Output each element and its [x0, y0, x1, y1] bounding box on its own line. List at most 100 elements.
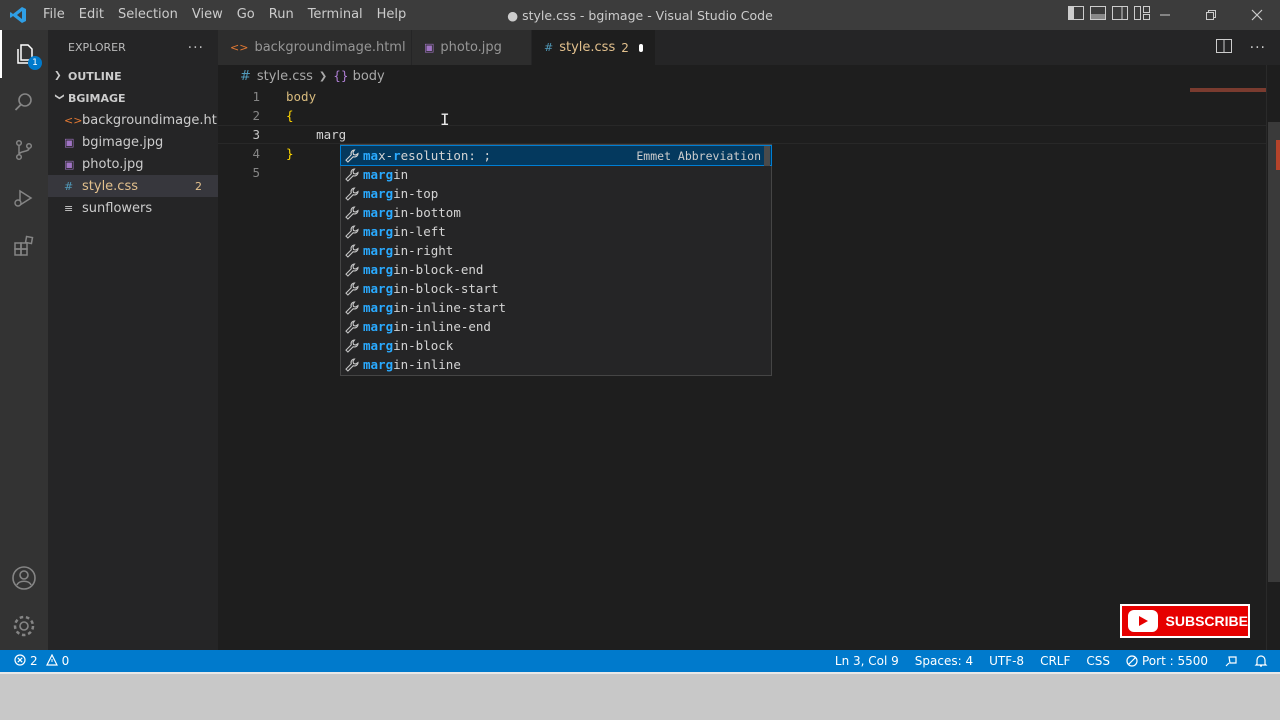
folder-label: BGIMAGE [68, 91, 126, 105]
menu-go[interactable]: Go [230, 0, 262, 30]
match-highlight: marg [363, 186, 394, 201]
settings-gear-icon[interactable] [0, 602, 48, 650]
explorer-sidebar: EXPLORER ··· ❯ OUTLINE ❯ BGIMAGE <> back… [48, 30, 233, 650]
breadcrumb-file[interactable]: style.css [257, 69, 313, 84]
folder-section[interactable]: ❯ BGIMAGE [48, 87, 218, 109]
cursor-position[interactable]: Ln 3, Col 9 [835, 654, 899, 668]
wrench-icon [345, 243, 363, 258]
suggestion-text: in-inline-start [393, 300, 506, 315]
notifications-bell-icon[interactable] [1254, 654, 1268, 668]
end-of-line[interactable]: CRLF [1040, 654, 1070, 668]
explorer-title: EXPLORER [68, 41, 126, 54]
restore-button[interactable] [1188, 0, 1234, 30]
search-icon[interactable] [0, 78, 48, 126]
toggle-primary-sidebar-icon[interactable] [1068, 6, 1084, 24]
line-number: 3 [252, 127, 260, 142]
menu-view[interactable]: View [185, 0, 230, 30]
explorer-badge: 1 [28, 56, 42, 70]
status-bar: 2 0 Ln 3, Col 9 Spaces: 4 UTF-8 CRLF CSS… [0, 650, 1280, 672]
menu-terminal[interactable]: Terminal [301, 0, 370, 30]
suggestion-item[interactable]: margin-bottom [341, 203, 771, 222]
source-control-icon[interactable] [0, 126, 48, 174]
tab-backgroundimage-html[interactable]: <> backgroundimage.html [218, 30, 412, 65]
suggestion-item[interactable]: margin-block [341, 336, 771, 355]
editor-tabs: <> backgroundimage.html ▣ photo.jpg # st… [218, 30, 1280, 65]
error-count: 2 [30, 654, 38, 668]
outline-section[interactable]: ❯ OUTLINE [48, 65, 218, 87]
line-number: 5 [252, 165, 260, 180]
menu-selection[interactable]: Selection [111, 0, 185, 30]
indentation[interactable]: Spaces: 4 [915, 654, 973, 668]
wrench-icon [345, 205, 363, 220]
line-number: 1 [252, 89, 260, 104]
line-text: { [286, 108, 294, 123]
file-item-photo-jpg[interactable]: ▣ photo.jpg [48, 153, 218, 175]
file-label: style.css [82, 178, 138, 194]
wrench-icon [345, 224, 363, 239]
unsaved-dot-icon[interactable] [638, 43, 643, 52]
title-bar: File Edit Selection View Go Run Terminal… [0, 0, 1280, 30]
suggestion-item[interactable]: margin-inline-end [341, 317, 771, 336]
more-actions-icon[interactable]: ··· [188, 40, 204, 56]
extensions-icon[interactable] [0, 222, 48, 270]
menu-edit[interactable]: Edit [72, 0, 111, 30]
file-label: backgroundimage.html [82, 112, 234, 128]
css-file-icon: # [64, 179, 74, 193]
close-window-button[interactable] [1234, 0, 1280, 30]
subscribe-button[interactable]: SUBSCRIBE [1120, 604, 1250, 638]
more-actions-icon[interactable]: ··· [1250, 40, 1266, 56]
file-label: sunflowers [82, 200, 153, 216]
language-mode[interactable]: CSS [1086, 654, 1110, 668]
minimize-button[interactable] [1142, 0, 1188, 30]
chevron-right-icon: ❯ [54, 71, 62, 81]
live-server-status[interactable]: Port : 5500 [1126, 654, 1208, 668]
suggestion-item[interactable]: margin-right [341, 241, 771, 260]
split-editor-icon[interactable] [1215, 38, 1232, 57]
suggestion-text: in [393, 167, 409, 182]
feedback-icon[interactable] [1224, 654, 1238, 668]
warning-count: 0 [61, 654, 70, 668]
file-item-backgroundimage-html[interactable]: <> backgroundimage.html [48, 109, 233, 131]
minimap-error-marker [1190, 88, 1266, 92]
html-file-icon: <> [64, 113, 83, 127]
tab-style-css[interactable]: # style.css 2 [532, 30, 656, 65]
image-file-icon: ▣ [424, 41, 435, 54]
wrench-icon [345, 338, 363, 353]
tab-label: photo.jpg [440, 40, 502, 55]
suggestion-item[interactable]: margin-inline [341, 355, 771, 374]
suggestion-item[interactable]: margin-block-start [341, 279, 771, 298]
breadcrumb-symbol[interactable]: body [353, 69, 385, 84]
file-item-bgimage-jpg[interactable]: ▣ bgimage.jpg [48, 131, 218, 153]
account-icon[interactable] [0, 554, 48, 602]
outline-label: OUTLINE [68, 69, 122, 83]
wrench-icon [345, 357, 363, 372]
toggle-secondary-sidebar-icon[interactable] [1112, 6, 1128, 24]
line-number: 4 [252, 146, 260, 161]
toggle-panel-icon[interactable] [1090, 6, 1106, 24]
menu-run[interactable]: Run [262, 0, 301, 30]
file-label: photo.jpg [82, 156, 144, 172]
run-debug-icon[interactable] [0, 174, 48, 222]
menu-help[interactable]: Help [370, 0, 414, 30]
encoding[interactable]: UTF-8 [989, 654, 1024, 668]
file-item-sunflowers[interactable]: ≡ sunflowers [48, 197, 218, 219]
problems-status[interactable]: 2 0 [0, 653, 70, 669]
tab-photo-jpg[interactable]: ▣ photo.jpg [412, 30, 532, 65]
scrollbar-thumb[interactable] [1268, 122, 1280, 582]
suggestion-item[interactable]: max-resolution: ; Emmet Abbreviation [340, 145, 772, 166]
match-highlight: marg [363, 262, 394, 277]
suggestion-item[interactable]: margin [341, 165, 771, 184]
text-cursor-icon: I [440, 110, 450, 129]
suggestion-item[interactable]: margin-inline-start [341, 298, 771, 317]
file-item-style-css[interactable]: # style.css 2 [48, 175, 218, 197]
explorer-icon[interactable]: 1 [0, 30, 48, 78]
suggestion-item[interactable]: margin-top [341, 184, 771, 203]
match-highlight: ma [363, 148, 379, 163]
wrench-icon [345, 319, 363, 334]
suggestion-scrollbar[interactable] [764, 146, 770, 166]
match-highlight: marg [363, 357, 394, 372]
menu-file[interactable]: File [36, 0, 72, 30]
warning-icon [45, 653, 58, 669]
suggestion-item[interactable]: margin-block-end [341, 260, 771, 279]
suggestion-item[interactable]: margin-left [341, 222, 771, 241]
